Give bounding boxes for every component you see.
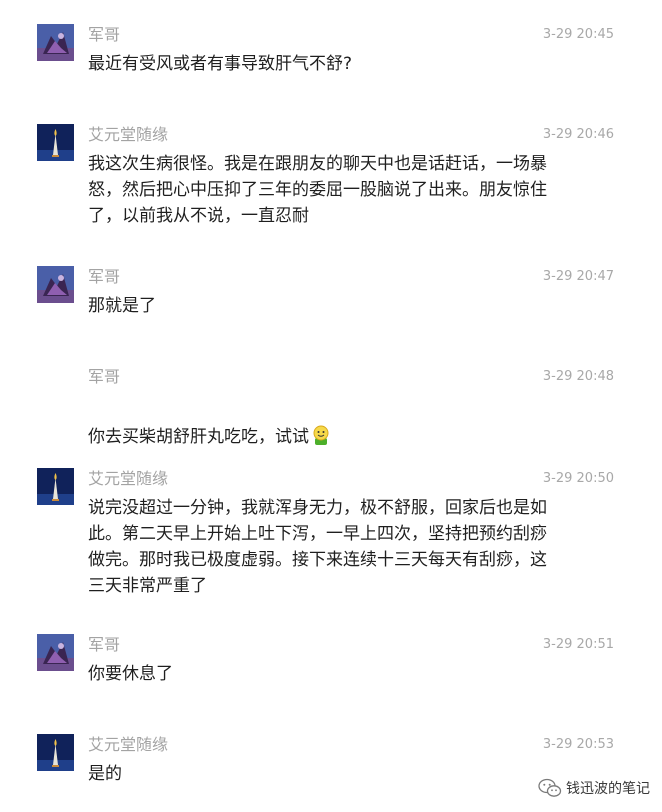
message-text: 最近有受风或者有事导致肝气不舒? (88, 54, 353, 74)
watermark: 钱迅波的笔记 (538, 778, 650, 798)
message-text: 那就是了 (88, 296, 156, 316)
wechat-icon (538, 778, 562, 798)
message-timestamp: 3-29 20:51 (542, 637, 614, 652)
message-text: 你要休息了 (88, 664, 173, 684)
message-text: 是的 (88, 764, 122, 784)
avatar[interactable] (37, 734, 74, 771)
message-timestamp: 3-29 20:53 (542, 737, 614, 752)
avatar[interactable] (37, 634, 74, 671)
sender-name: 艾元堂随缘 (88, 469, 169, 488)
sender-name: 军哥 (88, 367, 121, 386)
avatar[interactable] (37, 266, 74, 303)
message-timestamp: 3-29 20:46 (542, 127, 614, 142)
avatar[interactable] (37, 24, 74, 61)
sender-name: 军哥 (88, 25, 121, 44)
message-timestamp: 3-29 20:45 (542, 27, 614, 42)
message-text: 说完没超过一分钟，我就浑身无力，极不舒服，回家后也是如 此。第二天早上开始上吐下… (88, 498, 547, 596)
sender-name: 艾元堂随缘 (88, 125, 169, 144)
message-timestamp: 3-29 20:50 (542, 471, 614, 486)
smiley-icon (310, 424, 332, 454)
message-timestamp: 3-29 20:48 (542, 369, 614, 384)
sender-name: 军哥 (88, 635, 121, 654)
message-text: 我这次生病很怪。我是在跟朋友的聊天中也是话赶话，一场暴 怒，然后把心中压抑了三年… (88, 154, 547, 226)
message-timestamp: 3-29 20:47 (542, 269, 614, 284)
sender-name: 艾元堂随缘 (88, 735, 169, 754)
watermark-text: 钱迅波的笔记 (566, 781, 650, 797)
avatar[interactable] (37, 468, 74, 505)
message-text-content: 你去买柴胡舒肝丸吃吃，试试 (88, 427, 309, 447)
sender-name: 军哥 (88, 267, 121, 286)
message-text: 你去买柴胡舒肝丸吃吃，试试 (88, 398, 588, 454)
avatar[interactable] (37, 124, 74, 161)
